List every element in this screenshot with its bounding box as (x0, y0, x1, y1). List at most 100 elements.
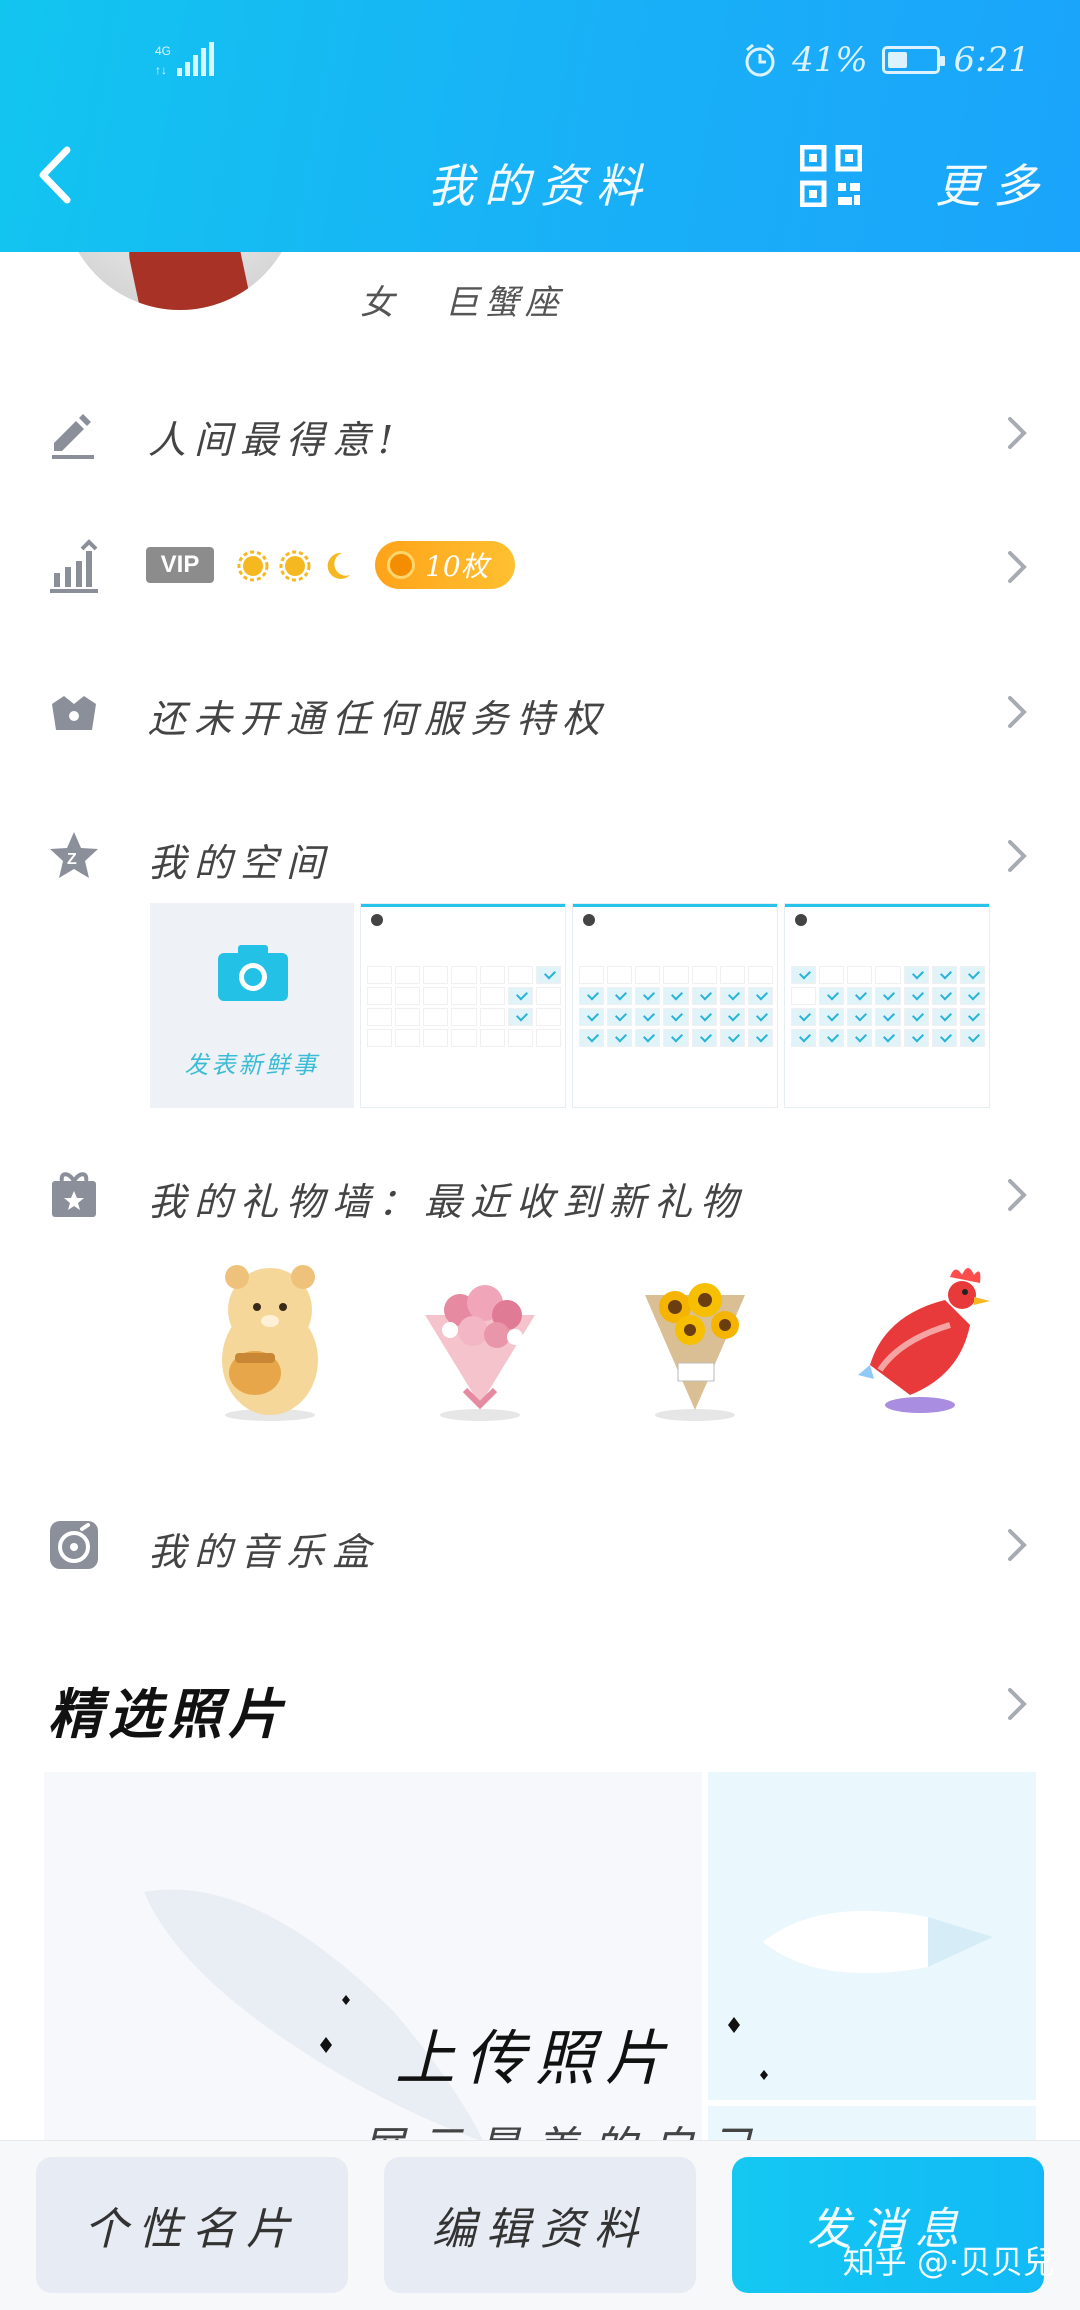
calendar-day-cell (451, 987, 477, 1005)
gender-zodiac: 女 巨蟹座 (360, 275, 593, 324)
calendar-day-cell (791, 1008, 817, 1026)
svg-text:Z: Z (67, 851, 77, 868)
post-new-card[interactable]: 发表新鲜事 (150, 903, 354, 1108)
featured-photos-title[interactable]: 精选照片 (48, 1670, 288, 1749)
checkin-thumbnail[interactable] (360, 903, 566, 1108)
calendar-day-cell (479, 1008, 505, 1026)
calendar-day-cell (875, 1029, 901, 1047)
calendar-day-cell (691, 1008, 717, 1026)
calendar-day-cell (747, 1029, 773, 1047)
calendar-day-cell (747, 987, 773, 1005)
upload-photo-label: 上传照片 (395, 2024, 675, 2094)
sun-level-icon (279, 550, 311, 582)
calendar-day-cell (451, 1029, 477, 1047)
calendar-day-cell (451, 966, 477, 984)
calendar-day-cell (507, 987, 533, 1005)
calendar-grid (367, 966, 561, 1047)
music-box-row[interactable]: 我的音乐盒 (0, 1495, 1080, 1595)
level-chart-icon (50, 539, 98, 593)
calendar-day-cell (607, 987, 633, 1005)
camera-icon (218, 945, 288, 1001)
calendar-day-cell (635, 1008, 661, 1026)
signature-row[interactable]: 人间最得意! (0, 383, 1080, 483)
calendar-day-cell (819, 966, 845, 984)
vip-row[interactable]: VIP 10枚 (0, 517, 1080, 617)
calendar-day-cell (535, 1008, 561, 1026)
calendar-day-cell (719, 1029, 745, 1047)
thumb-accent-line (573, 904, 777, 907)
calendar-day-cell (635, 966, 661, 984)
alarm-icon (745, 43, 775, 77)
calendar-day-cell (791, 987, 817, 1005)
moon-level-icon (327, 552, 350, 579)
calendar-day-cell (535, 966, 561, 984)
checkin-thumbnail[interactable] (784, 903, 990, 1108)
battery-fill (887, 52, 907, 68)
sunflower-bouquet-gift-icon[interactable] (620, 1255, 770, 1425)
gender-label: 女 (360, 283, 400, 323)
calendar-day-cell (847, 987, 873, 1005)
calendar-day-cell (395, 1029, 421, 1047)
coin-icon (387, 551, 415, 579)
signature-text: 人间最得意! (148, 418, 402, 462)
calendar-day-cell (395, 966, 421, 984)
edit-profile-button[interactable]: 编辑资料 (384, 2157, 696, 2293)
calendar-day-cell (959, 987, 985, 1005)
calendar-day-cell (395, 1008, 421, 1026)
pink-bouquet-gift-icon[interactable] (405, 1255, 555, 1425)
calendar-day-cell (847, 966, 873, 984)
gift-wall-text: 我的礼物墙：最近收到新礼物 (148, 1180, 747, 1224)
qr-code-icon[interactable] (800, 145, 862, 207)
calendar-day-cell (451, 1008, 477, 1026)
calendar-day-cell (903, 987, 929, 1005)
more-button[interactable]: 更多 (935, 150, 1051, 216)
calendar-day-cell (875, 966, 901, 984)
chevron-right-icon[interactable] (1004, 1684, 1030, 1724)
calendar-day-cell (635, 987, 661, 1005)
status-bar: 4G ↑↓ 41% 6:21 (0, 0, 1080, 120)
calendar-day-cell (747, 1008, 773, 1026)
profile-card-button[interactable]: 个性名片 (36, 2157, 348, 2293)
calendar-day-cell (903, 1008, 929, 1026)
calendar-day-cell (875, 987, 901, 1005)
calendar-day-cell (819, 987, 845, 1005)
calendar-day-cell (479, 966, 505, 984)
coin-badge[interactable]: 10枚 (375, 541, 515, 589)
calendar-day-cell (847, 1029, 873, 1047)
calendar-day-cell (931, 966, 957, 984)
calendar-day-cell (931, 987, 957, 1005)
calendar-day-cell (847, 1008, 873, 1026)
nav-bar: 我的资料 更多 (0, 120, 1080, 240)
calendar-day-cell (535, 1029, 561, 1047)
space-strip: 发表新鲜事 (150, 903, 990, 1108)
calendar-day-cell (579, 1029, 605, 1047)
qzone-star-icon: Z (50, 832, 98, 878)
checkin-thumbnail[interactable] (572, 903, 778, 1108)
music-box-text: 我的音乐盒 (148, 1530, 379, 1574)
gift-box-icon (52, 1172, 96, 1217)
calendar-day-cell (719, 987, 745, 1005)
calendar-day-cell (507, 1008, 533, 1026)
chevron-right-icon (1008, 840, 1027, 872)
calendar-day-cell (663, 966, 689, 984)
calendar-day-cell (607, 1008, 633, 1026)
services-row[interactable]: 还未开通任何服务特权 (0, 662, 1080, 762)
clock: 6:21 (953, 40, 1030, 80)
signal-icon: 4G ↑↓ (155, 42, 214, 77)
calendar-day-cell (479, 987, 505, 1005)
calendar-day-cell (903, 966, 929, 984)
red-rooster-gift-icon[interactable] (850, 1255, 1000, 1425)
watermark: 知乎 @·贝贝兒 (842, 2243, 1055, 2281)
thumb-avatar (371, 914, 389, 926)
calendar-day-cell (931, 1029, 957, 1047)
svg-text:4G: 4G (155, 44, 171, 58)
calendar-day-cell (791, 1029, 817, 1047)
bear-honey-gift-icon[interactable] (195, 1255, 345, 1425)
battery-percent: 41% (792, 40, 868, 80)
gift-wall-row[interactable]: 我的礼物墙：最近收到新礼物 (0, 1145, 1080, 1245)
calendar-day-cell (367, 1029, 393, 1047)
calendar-day-cell (719, 1008, 745, 1026)
space-row[interactable]: Z 我的空间 (0, 806, 1080, 906)
battery-icon (881, 46, 945, 74)
calendar-day-cell (691, 987, 717, 1005)
